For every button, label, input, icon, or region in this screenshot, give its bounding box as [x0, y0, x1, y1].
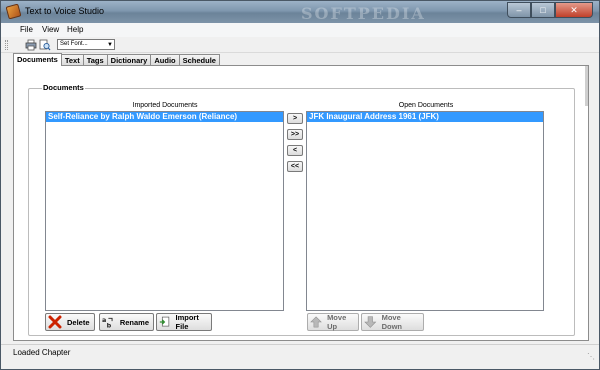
font-select[interactable]: Set Font... ▼ [57, 39, 115, 50]
move-down-button-label: Move Down [381, 313, 402, 331]
delete-icon [48, 315, 62, 329]
documents-group-label: Documents [42, 83, 85, 92]
svg-text:b: b [107, 321, 112, 329]
move-all-left-button[interactable]: << [287, 161, 303, 172]
close-button[interactable]: ✕ [555, 2, 593, 18]
main-window: Text to Voice Studio SOFTPEDIA – □ ✕ Fil… [0, 0, 600, 370]
chevron-down-icon: ▼ [107, 42, 113, 48]
font-select-value: Set Font... [60, 41, 88, 47]
status-bar: Loaded Chapter ⋱ [1, 344, 599, 369]
toolbar: Set Font... ▼ [1, 37, 599, 53]
app-icon [5, 3, 22, 20]
delete-button[interactable]: Delete [45, 313, 95, 331]
arrow-up-icon [310, 316, 322, 328]
title-bar[interactable]: Text to Voice Studio SOFTPEDIA – □ ✕ [1, 1, 599, 23]
imported-documents-caption: Imported Documents [132, 102, 198, 109]
menu-view[interactable]: View [42, 25, 59, 34]
window-controls: – □ ✕ [507, 2, 593, 18]
list-item[interactable]: Self-Reliance by Ralph Waldo Emerson (Re… [46, 112, 283, 122]
menu-help[interactable]: Help [67, 25, 83, 34]
resize-grip-icon[interactable]: ⋱ [587, 352, 595, 361]
close-icon: ✕ [570, 4, 578, 15]
move-up-button-label: Move Up [327, 313, 347, 331]
maximize-button[interactable]: □ [531, 2, 555, 18]
open-documents-caption: Open Documents [398, 102, 454, 109]
minimize-button[interactable]: – [507, 2, 531, 18]
print-icon[interactable] [25, 39, 37, 51]
imported-documents-list[interactable]: Self-Reliance by Ralph Waldo Emerson (Re… [45, 111, 284, 311]
list-item[interactable]: JFK Inaugural Address 1961 (JFK) [307, 112, 543, 122]
print-preview-icon[interactable] [39, 39, 51, 51]
window-title: Text to Voice Studio [25, 6, 105, 16]
rename-button[interactable]: a b Rename [99, 313, 154, 331]
watermark-text: SOFTPEDIA [301, 4, 426, 23]
minimize-icon: – [516, 5, 522, 15]
move-up-button[interactable]: Move Up [307, 313, 359, 331]
status-text: Loaded Chapter [13, 348, 71, 357]
move-selected-right-button[interactable]: > [287, 113, 303, 124]
toolbar-grip[interactable] [5, 40, 8, 50]
menu-file[interactable]: File [20, 25, 33, 34]
move-down-button[interactable]: Move Down [361, 313, 424, 331]
move-all-right-button[interactable]: >> [287, 129, 303, 140]
maximize-icon: □ [540, 5, 546, 15]
open-documents-list[interactable]: JFK Inaugural Address 1961 (JFK) [306, 111, 544, 311]
import-icon [159, 316, 170, 327]
delete-button-label: Delete [67, 317, 90, 327]
tab-documents[interactable]: Documents [13, 53, 62, 66]
move-selected-left-button[interactable]: < [287, 145, 303, 156]
import-file-button[interactable]: Import File [156, 313, 212, 331]
import-file-button-label: Import File [175, 313, 199, 331]
rename-button-label: Rename [119, 317, 149, 327]
arrow-down-icon [364, 316, 377, 328]
panel-scrollbar[interactable] [585, 66, 588, 106]
rename-icon: a b [102, 316, 113, 329]
menu-bar: File View Help [1, 23, 599, 37]
